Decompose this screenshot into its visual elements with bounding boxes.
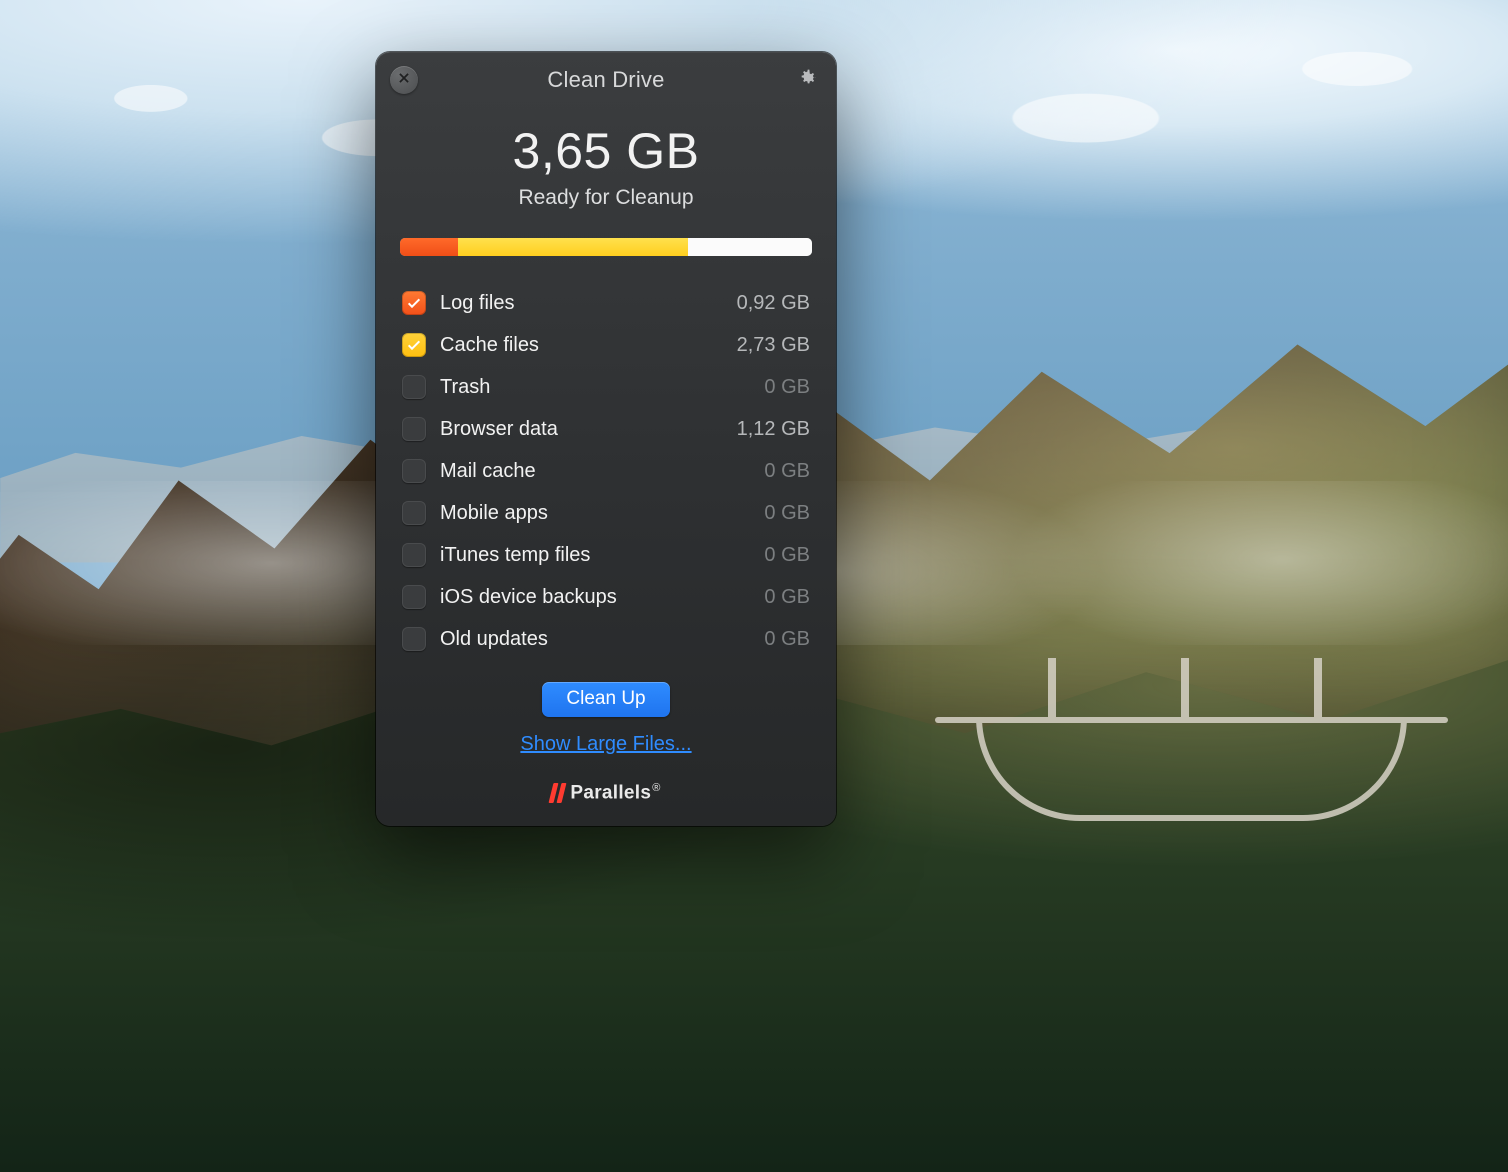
clean-up-button[interactable]: Clean Up [542,682,669,717]
list-item: iOS device backups0 GB [400,576,812,618]
registered-mark: ® [652,782,660,794]
list-item: Cache files2,73 GB [400,324,812,366]
total-amount: 3,65 GB [376,122,836,180]
cleanup-list: Log files0,92 GBCache files2,73 GBTrash0… [400,282,812,660]
item-label: iTunes temp files [440,544,764,567]
usage-bar-segment-white [688,238,812,256]
checkbox[interactable] [402,291,426,315]
summary-subtitle: Ready for Cleanup [376,186,836,210]
list-item: Old updates0 GB [400,618,812,660]
item-size: 0 GB [764,586,810,609]
item-size: 2,73 GB [737,334,810,357]
item-label: Trash [440,376,764,399]
brand-footer: Parallels® [376,782,836,804]
usage-bar-segment-yellow [458,238,689,256]
item-label: Cache files [440,334,737,357]
item-label: Log files [440,292,737,315]
desktop-wallpaper: Clean Drive 3,65 GB Ready for Cleanup Lo… [0,0,1508,1172]
checkbox[interactable] [402,627,426,651]
item-size: 0 GB [764,376,810,399]
item-size: 0 GB [764,502,810,525]
checkbox[interactable] [402,333,426,357]
close-icon [397,71,411,90]
usage-bar-segment-orange [400,238,458,256]
item-label: Mobile apps [440,502,764,525]
gear-icon [796,67,818,94]
item-size: 0 GB [764,544,810,567]
list-item: Browser data1,12 GB [400,408,812,450]
parallels-logo-icon [551,783,564,803]
titlebar: Clean Drive [376,52,836,108]
check-icon [406,295,422,311]
checkbox[interactable] [402,459,426,483]
list-item: Trash0 GB [400,366,812,408]
checkbox[interactable] [402,585,426,609]
list-item: iTunes temp files0 GB [400,534,812,576]
item-label: Old updates [440,628,764,651]
clean-drive-window: Clean Drive 3,65 GB Ready for Cleanup Lo… [376,52,836,826]
item-label: iOS device backups [440,586,764,609]
item-size: 1,12 GB [737,418,810,441]
item-size: 0,92 GB [737,292,810,315]
summary: 3,65 GB Ready for Cleanup [376,122,836,210]
window-title: Clean Drive [547,67,664,93]
item-label: Browser data [440,418,737,441]
check-icon [406,337,422,353]
list-item: Log files0,92 GB [400,282,812,324]
settings-button[interactable] [794,67,820,93]
usage-bar [400,238,812,256]
list-item: Mail cache0 GB [400,450,812,492]
item-size: 0 GB [764,628,810,651]
actions: Clean Up Show Large Files... [376,682,836,756]
close-button[interactable] [390,66,418,94]
checkbox[interactable] [402,417,426,441]
item-label: Mail cache [440,460,764,483]
checkbox[interactable] [402,501,426,525]
brand-name: Parallels [570,782,651,803]
checkbox[interactable] [402,543,426,567]
item-size: 0 GB [764,460,810,483]
checkbox[interactable] [402,375,426,399]
show-large-files-link[interactable]: Show Large Files... [520,733,691,756]
list-item: Mobile apps0 GB [400,492,812,534]
bridge-decoration [935,645,1448,809]
